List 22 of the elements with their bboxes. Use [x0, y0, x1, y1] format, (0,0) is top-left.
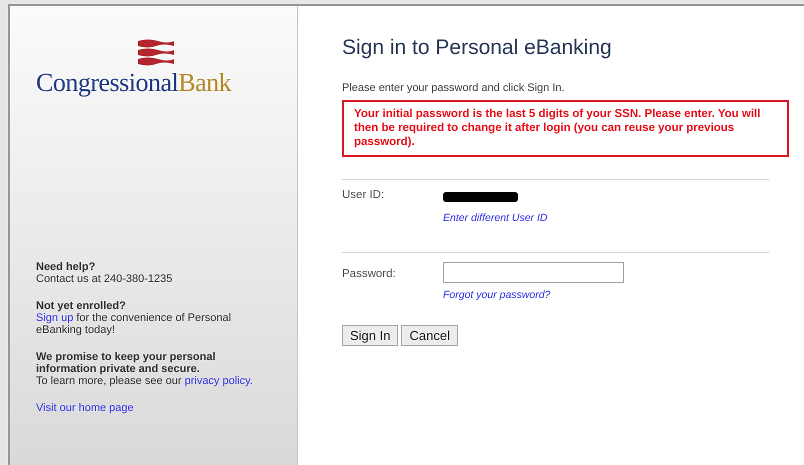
enroll-heading: Not yet enrolled?: [36, 300, 127, 312]
flag-icon: [136, 38, 176, 68]
logo-text: Congressional: [36, 68, 178, 98]
privacy-heading: We promise to keep your personal information private and secure.: [36, 351, 217, 375]
page-title: Sign in to Personal eBanking: [342, 36, 613, 60]
forgot-password-link[interactable]: Forgot your password?: [443, 289, 624, 301]
instructions-text: Please enter your password and click Sign In.: [342, 82, 566, 94]
password-label: Password:: [342, 267, 397, 282]
help-text: Contact us at 240-380-1235: [36, 273, 174, 285]
privacy-policy-link[interactable]: privacy policy.: [184, 375, 253, 387]
password-field[interactable]: [443, 262, 624, 283]
sign-up-link[interactable]: Sign up: [36, 312, 74, 324]
cancel-button[interactable]: Cancel: [401, 325, 458, 346]
privacy-text: To learn more, please see our privacy policy.: [36, 375, 254, 387]
enroll-text: Sign up for the convenience of Personal eBanking today!: [36, 312, 232, 336]
logo-text: Bank: [178, 68, 232, 98]
home-page-link[interactable]: Visit our home page: [36, 402, 134, 414]
help-heading: Need help?: [36, 261, 96, 273]
sign-in-button[interactable]: Sign In: [342, 325, 398, 346]
different-user-id-link[interactable]: Enter different User ID: [443, 212, 548, 224]
user-id-label: User ID:: [342, 189, 386, 203]
alert-message: Your initial password is the last 5 digits of your SSN. Please enter. You will then be required to change it after login (you can reuse your previous password).: [342, 100, 789, 157]
